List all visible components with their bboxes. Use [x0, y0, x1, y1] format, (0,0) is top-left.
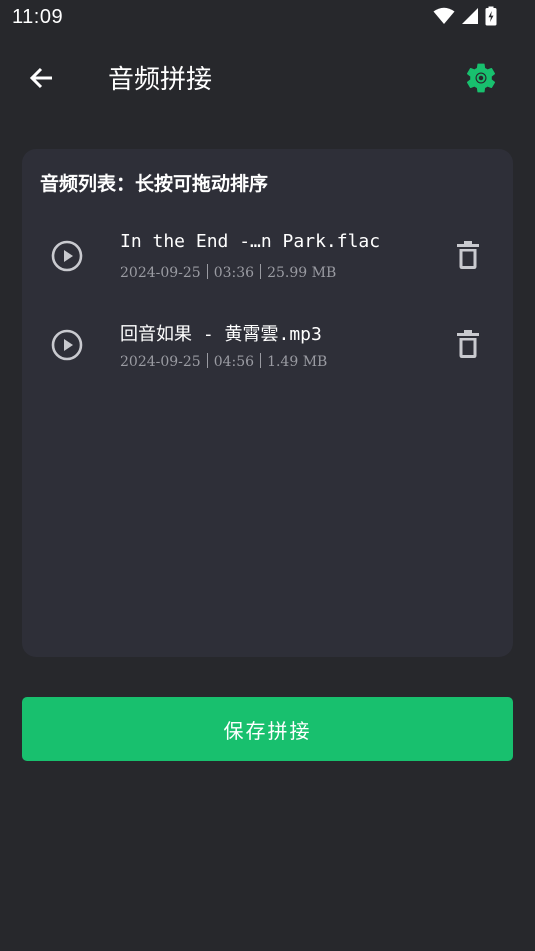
back-button[interactable]: [22, 60, 62, 96]
audio-list-item[interactable]: In the End -…n Park.flac 2024-09-25 03:36…: [22, 211, 513, 300]
audio-file-duration: 04:56: [213, 354, 255, 370]
status-time: 11:09: [12, 6, 64, 28]
delete-button[interactable]: [452, 237, 484, 273]
meta-divider: [206, 353, 208, 368]
play-button[interactable]: [49, 327, 85, 363]
audio-list-title: 音频列表：长按可拖动排序: [40, 173, 269, 195]
audio-file-meta: 2024-09-25 03:36 25.99 MB: [120, 264, 336, 281]
audio-file-date: 2024-09-25: [120, 354, 201, 370]
meta-divider: [206, 264, 208, 279]
audio-file-duration: 03:36: [213, 265, 255, 281]
cellular-signal-icon: [461, 7, 479, 25]
meta-divider: [260, 264, 262, 279]
audio-list: In the End -…n Park.flac 2024-09-25 03:36…: [22, 211, 513, 389]
trash-icon: [457, 241, 479, 269]
play-circle-icon: [51, 240, 83, 272]
page-title: 音频拼接: [108, 65, 213, 95]
audio-list-card: 音频列表：长按可拖动排序 In the End -…n Park.flac 20…: [22, 149, 513, 657]
status-bar: 11:09: [0, 0, 535, 36]
delete-button[interactable]: [452, 326, 484, 362]
audio-file-date: 2024-09-25: [120, 265, 201, 281]
settings-button[interactable]: [461, 58, 501, 98]
audio-file-meta: 2024-09-25 04:56 1.49 MB: [120, 353, 327, 370]
audio-file-size: 25.99 MB: [267, 265, 337, 281]
app-bar: 音频拼接: [0, 44, 535, 112]
trash-icon: [457, 330, 479, 358]
save-merge-button[interactable]: 保存拼接: [22, 697, 513, 761]
battery-charging-icon: [485, 6, 497, 26]
play-button[interactable]: [49, 238, 85, 274]
status-icons: [433, 6, 497, 26]
arrow-left-icon: [29, 67, 52, 89]
audio-file-name: In the End -…n Park.flac: [120, 231, 381, 252]
audio-file-size: 1.49 MB: [267, 354, 328, 370]
gear-icon: [466, 63, 496, 93]
audio-file-name: 回音如果 - 黄霄雲.mp3: [120, 324, 322, 345]
meta-divider: [260, 353, 262, 368]
play-circle-icon: [51, 329, 83, 361]
audio-list-item[interactable]: 回音如果 - 黄霄雲.mp3 2024-09-25 04:56 1.49 MB: [22, 300, 513, 389]
wifi-icon: [433, 7, 455, 25]
